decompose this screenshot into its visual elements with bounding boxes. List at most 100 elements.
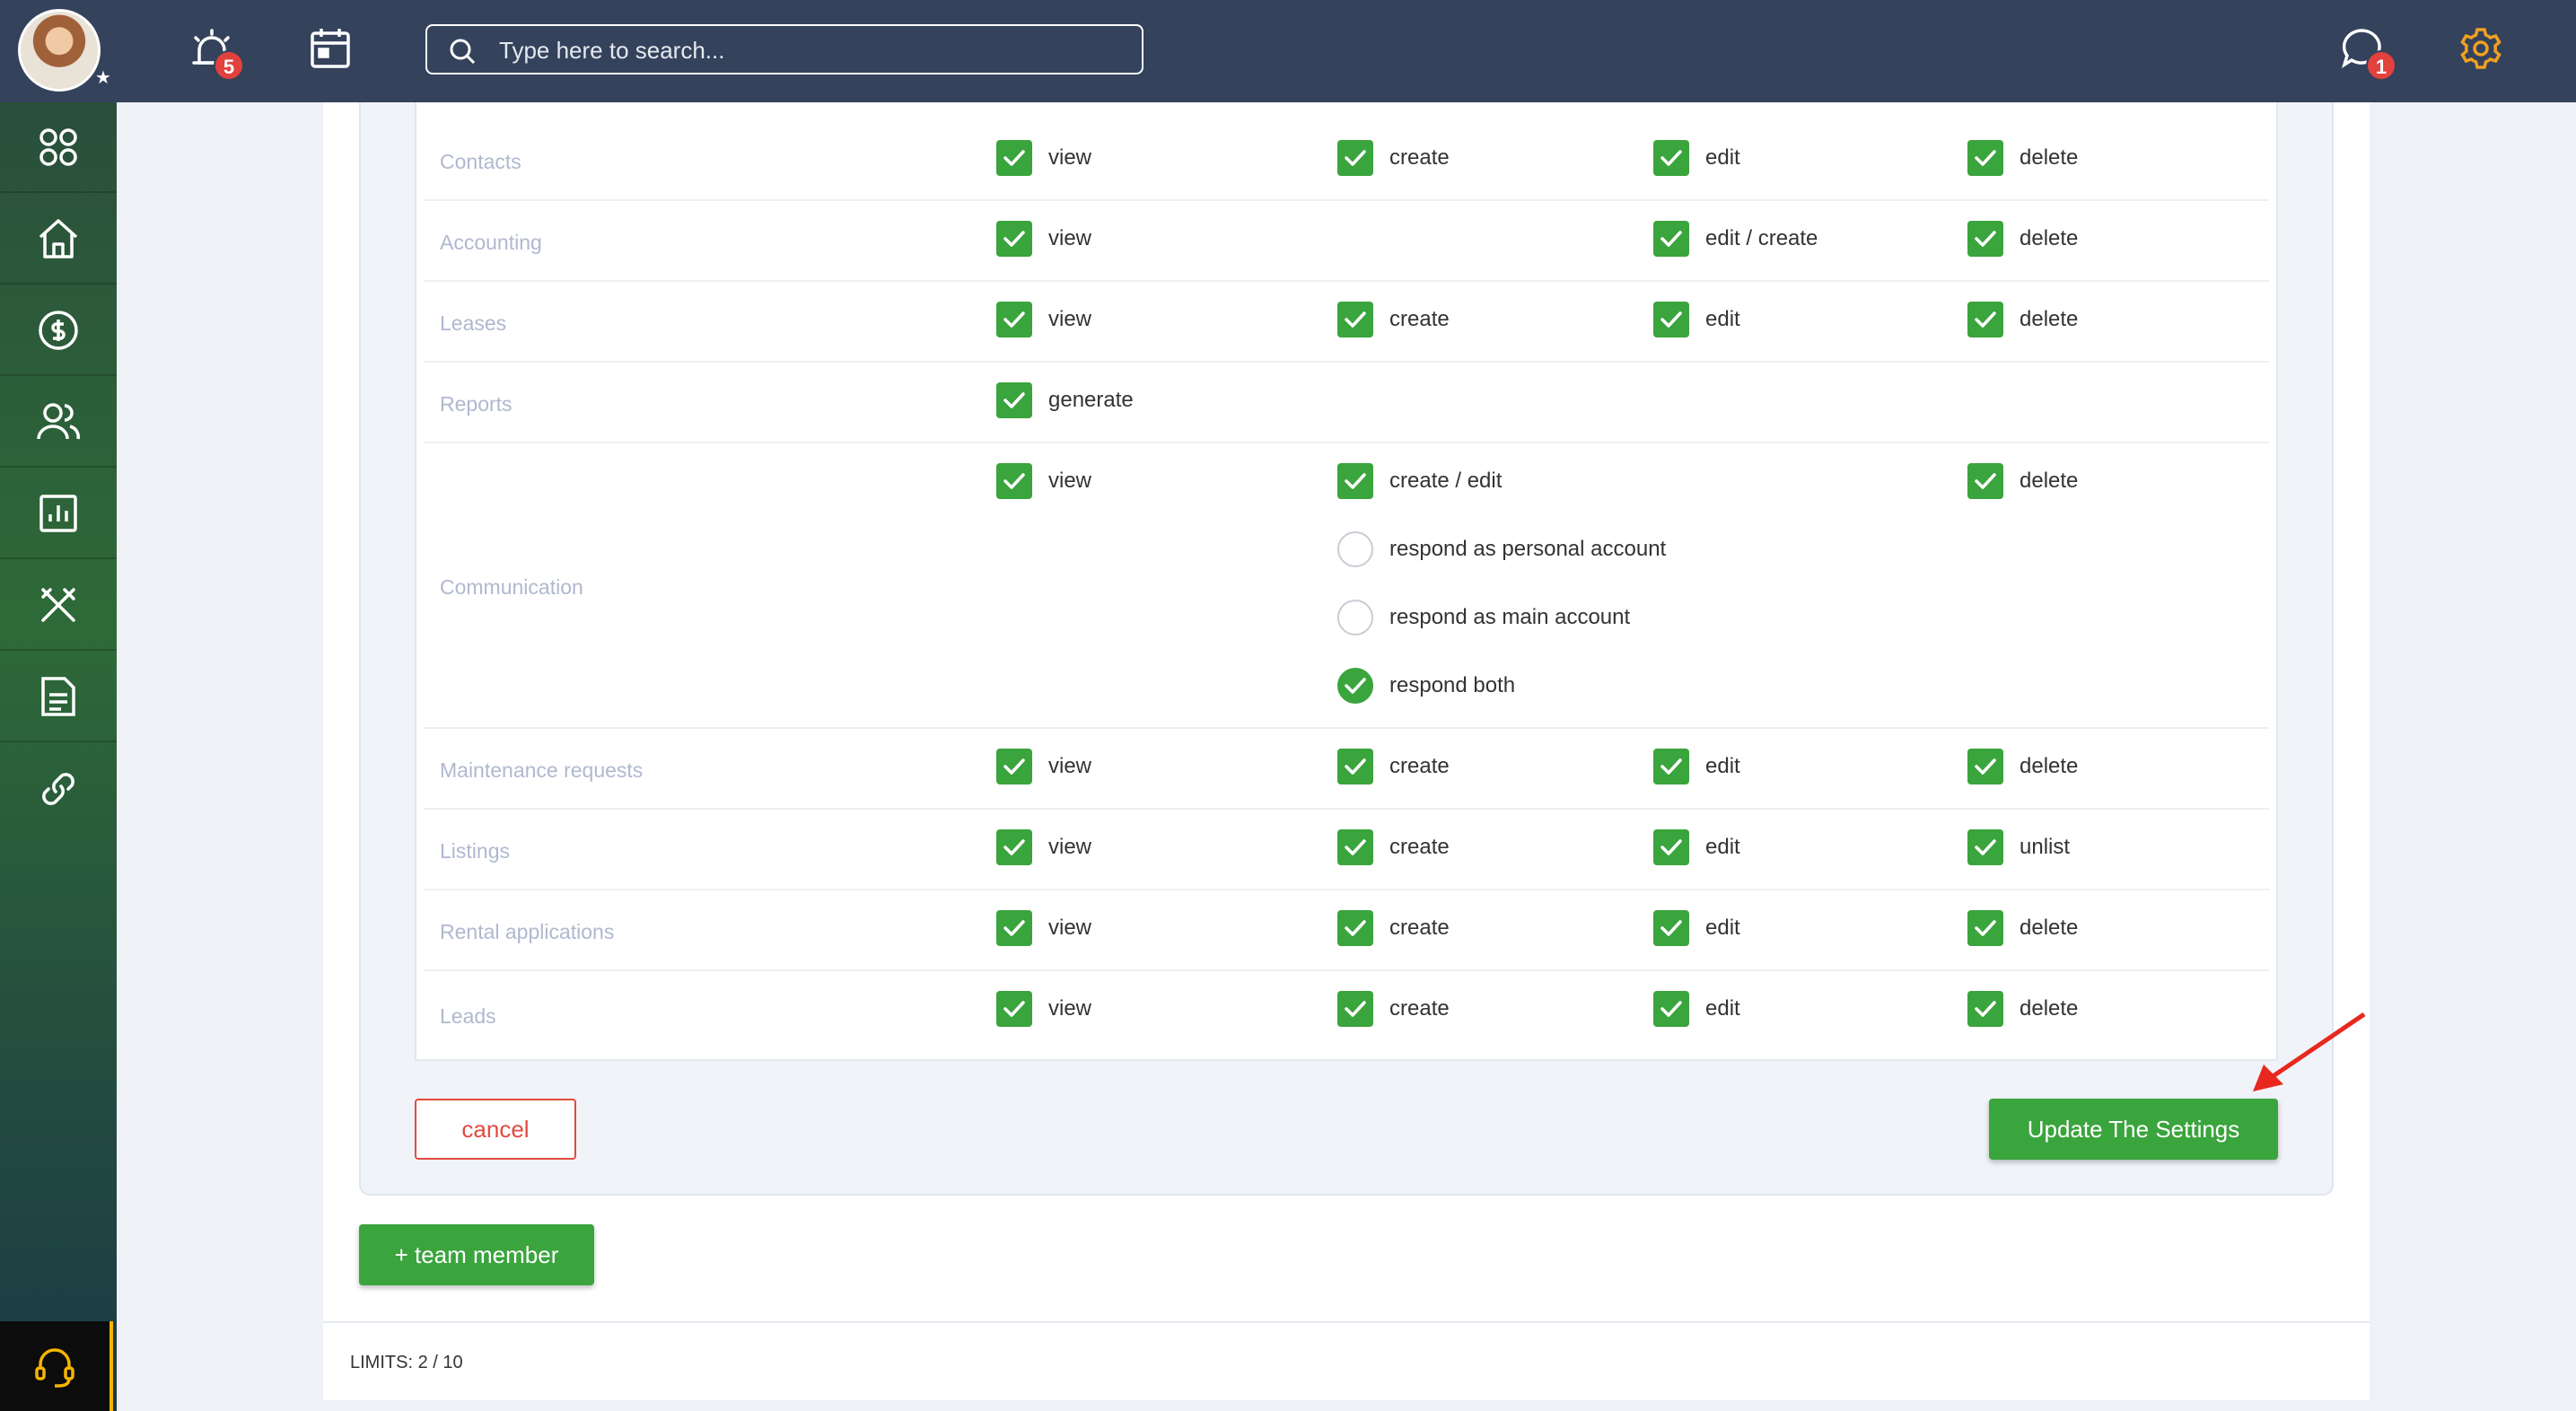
permission-label: create / edit (1389, 469, 1503, 493)
checkbox-checked-icon[interactable] (1337, 140, 1373, 176)
permission-checkbox[interactable]: create (1337, 910, 1450, 946)
radio-selected-icon[interactable] (1337, 668, 1373, 704)
checkbox-checked-icon[interactable] (1653, 829, 1689, 865)
permission-checkbox[interactable]: edit (1653, 991, 1740, 1027)
support-button[interactable] (0, 1321, 113, 1411)
tools-icon (41, 587, 75, 622)
messages-badge: 1 (2366, 50, 2396, 81)
checkbox-checked-icon[interactable] (996, 302, 1032, 337)
permission-checkbox[interactable]: create (1337, 302, 1450, 337)
permission-checkbox[interactable]: delete (1967, 463, 2078, 499)
permission-checkbox[interactable]: edit (1653, 749, 1740, 784)
permission-checkbox[interactable]: delete (1967, 749, 2078, 784)
checkbox-checked-icon[interactable] (996, 749, 1032, 784)
permission-checkbox[interactable]: create (1337, 829, 1450, 865)
permission-checkbox[interactable]: view (996, 910, 1091, 946)
permission-checkbox[interactable]: delete (1967, 910, 2078, 946)
sidebar-item-people[interactable] (0, 377, 117, 468)
permission-label: view (1048, 145, 1092, 170)
checkbox-checked-icon[interactable] (1337, 991, 1373, 1027)
permission-checkbox[interactable]: edit (1653, 140, 1740, 176)
respond-option-radio[interactable]: respond as main account (1337, 600, 1630, 635)
radio-empty-icon[interactable] (1337, 600, 1373, 635)
permission-label: edit (1705, 754, 1740, 778)
checkbox-checked-icon[interactable] (996, 140, 1032, 176)
checkbox-checked-icon[interactable] (1653, 140, 1689, 176)
sidebar-item-finance[interactable] (0, 285, 117, 376)
sidebar-item-documents[interactable] (0, 652, 117, 742)
permission-checkbox[interactable]: edit (1653, 302, 1740, 337)
checkbox-checked-icon[interactable] (1653, 302, 1689, 337)
permission-checkbox[interactable]: delete (1967, 991, 2078, 1027)
checkbox-checked-icon[interactable] (1653, 910, 1689, 946)
permission-checkbox[interactable]: view (996, 463, 1091, 499)
checkbox-checked-icon[interactable] (1967, 221, 2003, 257)
permission-label: delete (2020, 307, 2079, 331)
permission-row: Reports generate (424, 363, 2269, 443)
update-settings-button[interactable]: Update The Settings (1989, 1099, 2278, 1160)
sidebar-item-maintenance[interactable] (0, 560, 117, 651)
checkbox-checked-icon[interactable] (996, 221, 1032, 257)
permission-row: Contacts view create edit delete (424, 120, 2269, 201)
permission-label: unlist (2020, 835, 2071, 859)
search-box[interactable] (425, 24, 1143, 74)
checkbox-checked-icon[interactable] (1967, 140, 2003, 176)
checkbox-checked-icon[interactable] (1653, 221, 1689, 257)
add-team-member-button[interactable]: + team member (359, 1224, 594, 1285)
checkbox-checked-icon[interactable] (996, 829, 1032, 865)
checkbox-checked-icon[interactable] (996, 991, 1032, 1027)
checkbox-checked-icon[interactable] (1653, 991, 1689, 1027)
checkbox-checked-icon[interactable] (1967, 910, 2003, 946)
radio-empty-icon[interactable] (1337, 531, 1373, 567)
cancel-button[interactable]: cancel (415, 1099, 576, 1160)
permission-row: Rental applications view create edit delete (424, 890, 2269, 971)
permission-checkbox[interactable]: view (996, 829, 1091, 865)
permission-checkbox[interactable]: edit / create (1653, 221, 1818, 257)
permission-label: create (1389, 916, 1450, 940)
checkbox-checked-icon[interactable] (1337, 910, 1373, 946)
permission-checkbox[interactable]: view (996, 991, 1091, 1027)
permission-checkbox[interactable]: edit (1653, 829, 1740, 865)
permission-checkbox[interactable]: create (1337, 140, 1450, 176)
permission-checkbox[interactable]: view (996, 221, 1091, 257)
checkbox-checked-icon[interactable] (1967, 749, 2003, 784)
permission-label: delete (2020, 145, 2079, 170)
checkbox-checked-icon[interactable] (996, 910, 1032, 946)
permission-checkbox[interactable]: generate (996, 382, 1134, 418)
permission-checkbox[interactable]: delete (1967, 221, 2078, 257)
respond-option-radio[interactable]: respond as personal account (1337, 531, 1666, 567)
permission-checkbox[interactable]: view (996, 749, 1091, 784)
permission-checkbox[interactable]: create / edit (1337, 463, 1502, 499)
permission-checkbox[interactable]: view (996, 302, 1091, 337)
checkbox-checked-icon[interactable] (1653, 749, 1689, 784)
sidebar-item-dashboard[interactable] (0, 102, 117, 193)
permission-checkbox[interactable]: create (1337, 991, 1450, 1027)
gear-icon[interactable] (2458, 25, 2504, 72)
permission-checkbox[interactable]: create (1337, 749, 1450, 784)
permission-label: edit (1705, 996, 1740, 1021)
permission-checkbox[interactable]: delete (1967, 140, 2078, 176)
sidebar-item-links[interactable] (0, 743, 117, 834)
search-input[interactable] (499, 33, 1127, 67)
checkbox-checked-icon[interactable] (1967, 463, 2003, 499)
sidebar-item-home[interactable] (0, 194, 117, 285)
checkbox-checked-icon[interactable] (996, 463, 1032, 499)
checkbox-checked-icon[interactable] (1337, 463, 1373, 499)
checkbox-checked-icon[interactable] (996, 382, 1032, 418)
checkbox-checked-icon[interactable] (1967, 829, 2003, 865)
calendar-icon[interactable] (307, 25, 354, 72)
permission-label: create (1389, 835, 1450, 859)
sidebar-item-reports[interactable] (0, 469, 117, 559)
permission-label: edit (1705, 307, 1740, 331)
respond-option-radio[interactable]: respond both (1337, 668, 1515, 704)
user-avatar[interactable] (18, 9, 101, 92)
permission-checkbox[interactable]: unlist (1967, 829, 2070, 865)
checkbox-checked-icon[interactable] (1337, 829, 1373, 865)
permission-checkbox[interactable]: delete (1967, 302, 2078, 337)
permission-checkbox[interactable]: view (996, 140, 1091, 176)
checkbox-checked-icon[interactable] (1967, 991, 2003, 1027)
checkbox-checked-icon[interactable] (1337, 749, 1373, 784)
permission-checkbox[interactable]: edit (1653, 910, 1740, 946)
checkbox-checked-icon[interactable] (1337, 302, 1373, 337)
checkbox-checked-icon[interactable] (1967, 302, 2003, 337)
